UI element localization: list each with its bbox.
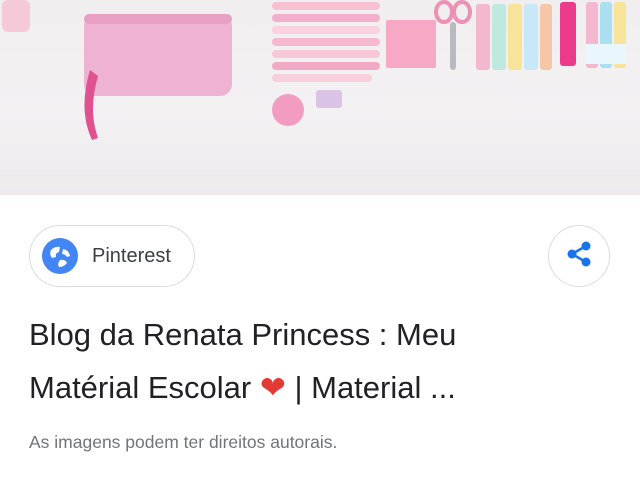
photo-eraser [316, 90, 342, 108]
photo-pens-stack [272, 2, 380, 82]
share-button[interactable] [548, 225, 610, 287]
source-label: Pinterest [92, 244, 171, 267]
photo-small-case [2, 0, 30, 32]
result-title-line-2-prefix: Matérial Escolar [29, 370, 260, 405]
photo-scissors [434, 0, 472, 70]
result-title-line-2-suffix: | Material ... [285, 370, 456, 405]
heart-icon: ❤ [259, 370, 286, 405]
copyright-notice: As imagens podem ter direitos autorais. [29, 432, 338, 452]
globe-icon [42, 238, 78, 274]
photo-pouch-zipper [84, 14, 232, 24]
photo-pompom [272, 94, 304, 126]
result-title-line-1: Blog da Renata Princess : Meu [29, 317, 457, 352]
photo-pencil-pouch [84, 14, 232, 96]
photo-highlighters [476, 2, 626, 70]
photo-sticky-notes [386, 20, 436, 68]
share-icon [563, 238, 595, 275]
result-title-line-2: Matérial Escolar ❤ | Material ... [29, 361, 619, 414]
source-chip-pinterest[interactable]: Pinterest [29, 225, 195, 287]
pink-stationery-photo [2, 0, 626, 140]
result-title-link[interactable]: Blog da Renata Princess : Meu Matérial E… [29, 308, 619, 414]
result-image[interactable] [0, 0, 640, 195]
